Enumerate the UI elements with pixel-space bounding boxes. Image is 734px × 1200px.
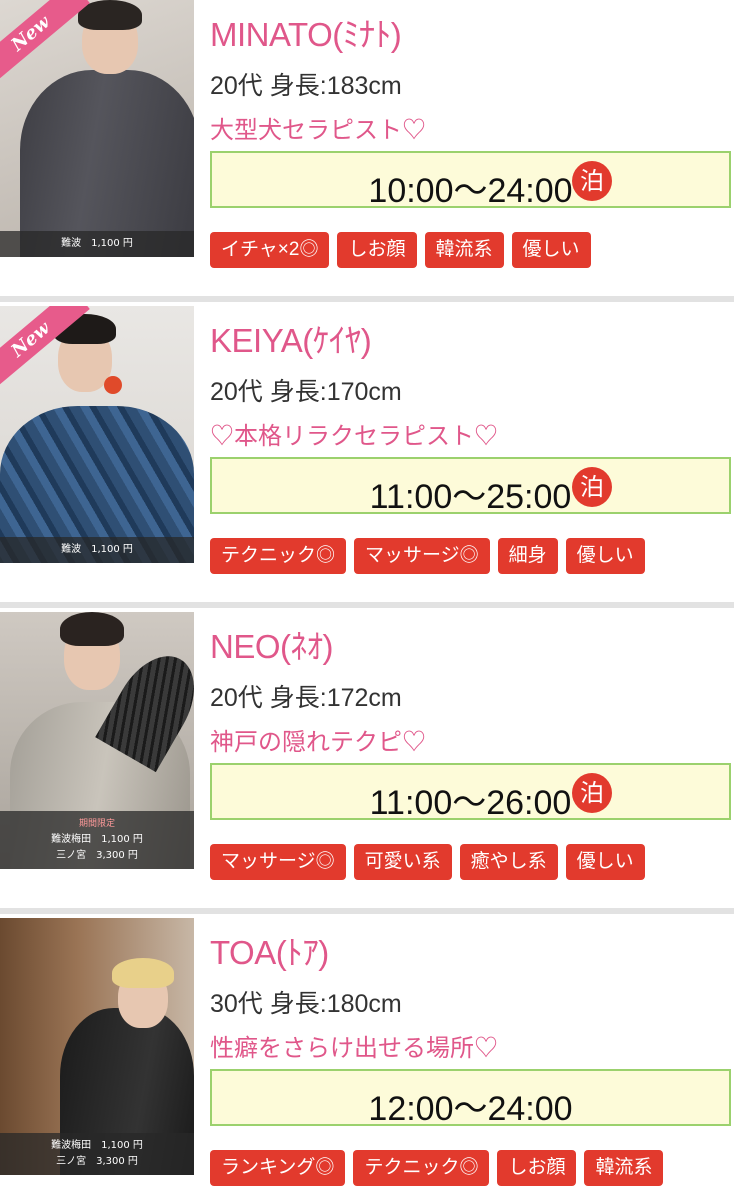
price-overlay: 難波梅田 1,100 円 三ノ宮 3,300 円 <box>0 1133 194 1175</box>
therapist-info: 20代 身長:172cm <box>210 684 402 712</box>
therapist-info: 20代 身長:170cm <box>210 378 402 406</box>
therapist-name[interactable]: KEIYA(ｹｲﾔ) <box>210 314 372 362</box>
working-hours: 11:00〜25:00 <box>369 478 572 516</box>
tag: 可愛い系 <box>353 844 452 880</box>
tag: イチャ×2◎ <box>210 232 330 268</box>
tag: テクニック◎ <box>210 538 347 574</box>
therapist-info: 20代 身長:183cm <box>210 72 402 100</box>
working-hours-box: 11:00〜25:00 泊 <box>210 457 731 516</box>
working-hours: 11:00〜26:00 <box>369 784 572 822</box>
therapist-catchphrase: 神戸の隠れテクピ♡ <box>210 729 426 756</box>
tag: ランキング◎ <box>210 1150 346 1186</box>
therapist-catchphrase: 大型犬セラピスト♡ <box>210 117 426 144</box>
overnight-badge: 泊 <box>572 467 612 507</box>
therapist-photo[interactable]: 難波 1,100 円 New <box>0 306 194 563</box>
tag: 優しい <box>565 844 645 880</box>
price-overlay: 期間限定 難波梅田 1,100 円 三ノ宮 3,300 円 <box>0 811 194 869</box>
therapist-photo[interactable]: 期間限定 難波梅田 1,100 円 三ノ宮 3,300 円 <box>0 612 194 869</box>
therapist-photo[interactable]: 難波梅田 1,100 円 三ノ宮 3,300 円 <box>0 918 194 1175</box>
therapist-name[interactable]: TOA(ﾄｱ) <box>210 926 329 974</box>
therapist-name[interactable]: NEO(ﾈｵ) <box>210 620 334 668</box>
therapist-name[interactable]: MINATO(ﾐﾅﾄ) <box>210 8 402 56</box>
working-hours-box: 12:00〜24:00 <box>210 1069 731 1128</box>
working-hours: 12:00〜24:00 <box>368 1090 573 1128</box>
price-overlay: 難波 1,100 円 <box>0 537 194 563</box>
tag: しお顔 <box>497 1150 577 1186</box>
therapist-photo[interactable]: 難波 1,100 円 New <box>0 0 194 257</box>
divider <box>0 602 734 608</box>
price-overlay: 難波 1,100 円 <box>0 231 194 257</box>
tag: 韓流系 <box>424 232 504 268</box>
tag-list: イチャ×2◎ しお顔 韓流系 優しい <box>210 232 591 268</box>
tag: 優しい <box>511 232 591 268</box>
tag: 韓流系 <box>584 1150 664 1186</box>
tag: 癒やし系 <box>459 844 558 880</box>
tag-list: ランキング◎ テクニック◎ しお顔 韓流系 <box>210 1150 664 1186</box>
overnight-badge: 泊 <box>572 773 612 813</box>
working-hours-box: 11:00〜26:00 泊 <box>210 763 731 822</box>
tag: テクニック◎ <box>353 1150 490 1186</box>
divider <box>0 908 734 914</box>
tag: しお顔 <box>337 232 417 268</box>
tag: マッサージ◎ <box>354 538 490 574</box>
tag: 細身 <box>497 538 558 574</box>
working-hours: 10:00〜24:00 <box>368 172 573 210</box>
overnight-badge: 泊 <box>572 161 612 201</box>
therapist-catchphrase: 性癖をさらけ出せる場所♡ <box>210 1035 498 1062</box>
tag-list: テクニック◎ マッサージ◎ 細身 優しい <box>210 538 645 574</box>
tag: マッサージ◎ <box>210 844 346 880</box>
divider <box>0 296 734 302</box>
working-hours-box: 10:00〜24:00 泊 <box>210 151 731 210</box>
therapist-catchphrase: ♡本格リラクセラピスト♡ <box>210 423 498 450</box>
therapist-info: 30代 身長:180cm <box>210 990 402 1018</box>
tag-list: マッサージ◎ 可愛い系 癒やし系 優しい <box>210 844 645 880</box>
tag: 優しい <box>565 538 645 574</box>
